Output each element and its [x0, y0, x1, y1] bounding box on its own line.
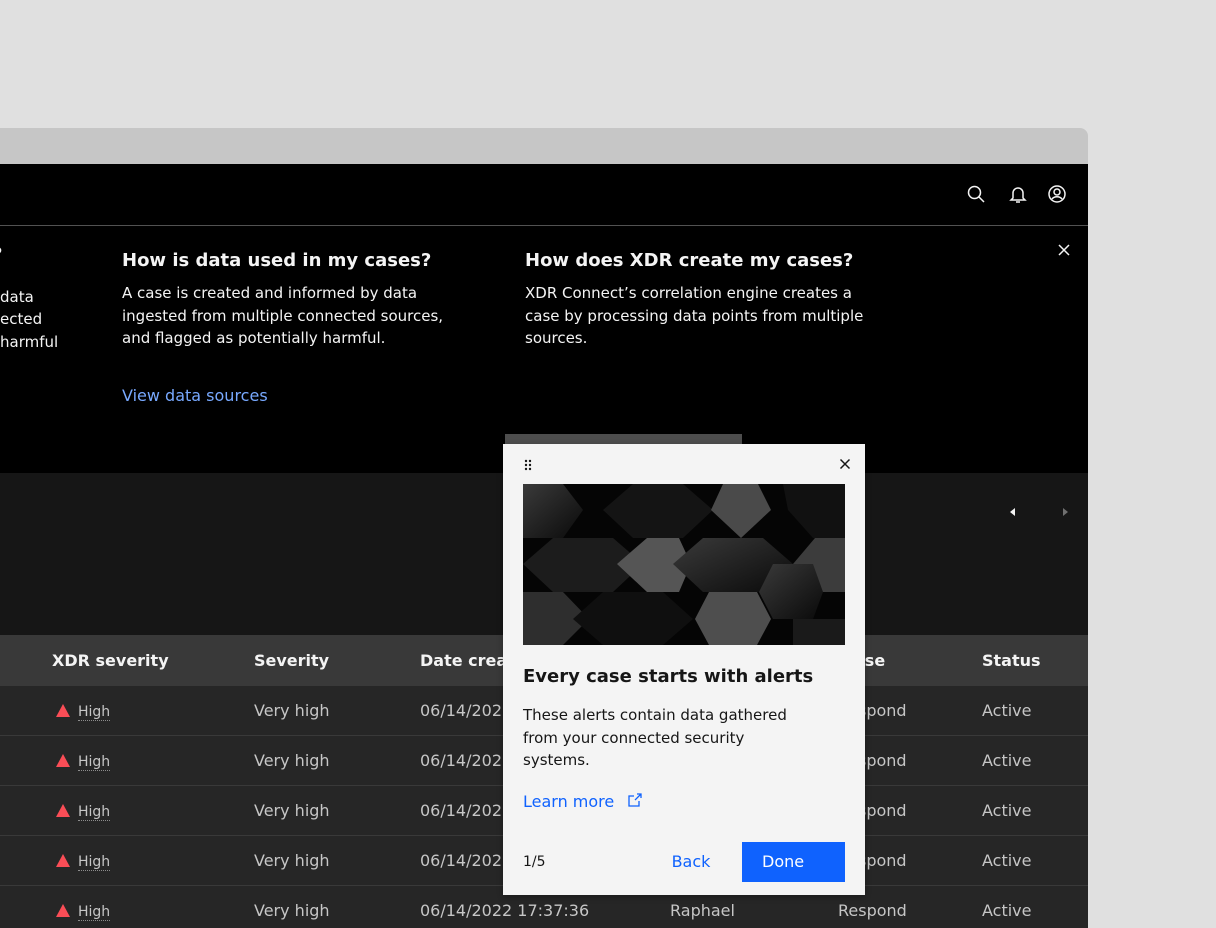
notification-icon[interactable] [1008, 184, 1028, 204]
partial-card-title: ? [0, 244, 2, 267]
warning-triangle-icon [56, 754, 70, 767]
xdr-severity-cell: High [56, 686, 111, 737]
column-header-xdr-severity[interactable]: XDR severity [52, 635, 169, 686]
severity-cell: Very high [254, 701, 330, 720]
card-body-line: ingested from multiple connected sources… [122, 306, 444, 325]
severity-label: High [78, 904, 111, 921]
severity-label: High [78, 854, 111, 871]
column-header-severity[interactable]: Severity [254, 635, 329, 686]
date-cell: 06/14/202 [420, 851, 503, 870]
popover-body-line: from your connected security [523, 728, 745, 747]
severity-label: High [78, 804, 111, 821]
card-body: XDR Connect’s correlation engine creates… [525, 282, 905, 350]
warning-triangle-icon [56, 904, 70, 917]
done-button[interactable]: Done [742, 842, 845, 882]
warning-triangle-icon [56, 854, 70, 867]
phase-cell: spond [858, 751, 907, 770]
status-cell: Active [982, 701, 1032, 720]
hexagon-illustration [523, 484, 845, 645]
user-avatar-icon[interactable] [1047, 184, 1067, 204]
status-cell: Active [982, 851, 1032, 870]
xdr-severity-cell: High [56, 786, 111, 837]
back-button[interactable]: Back [643, 842, 739, 882]
phase-cell: spond [858, 801, 907, 820]
severity-label: High [78, 704, 111, 721]
learn-more-label: Learn more [523, 792, 615, 811]
date-cell: 06/14/202 [420, 701, 503, 720]
status-cell: Active [982, 901, 1032, 920]
xdr-severity-cell: High [56, 736, 111, 787]
xdr-severity-cell: High [56, 886, 111, 928]
date-cell: 06/14/202 [420, 801, 503, 820]
column-header-status[interactable]: Status [982, 635, 1041, 686]
column-header-date-created[interactable]: Date creat [420, 635, 515, 686]
guided-tour-popover: Every case starts with alerts These aler… [503, 444, 865, 895]
date-cell: 06/14/202 [420, 751, 503, 770]
card-body-line: case by processing data points from mult… [525, 306, 864, 325]
card-body-line: XDR Connect’s correlation engine creates… [525, 284, 852, 302]
card-body-line: sources. [525, 329, 588, 347]
xdr-severity-cell: High [56, 836, 111, 887]
phase-cell: spond [858, 701, 907, 720]
search-icon[interactable] [966, 184, 986, 204]
status-cell: Active [982, 801, 1032, 820]
card-body-line: and flagged as potentially harmful. [122, 329, 386, 347]
step-counter: 1/5 [523, 854, 546, 870]
caret-right-icon[interactable] [1060, 506, 1070, 518]
getting-started-banner: ? data ected harmful How is data used in… [0, 226, 1088, 516]
view-data-sources-link[interactable]: View data sources [122, 386, 268, 405]
card-body-line: A case is created and informed by data [122, 284, 418, 302]
warning-triangle-icon [56, 704, 70, 717]
card-body: A case is created and informed by data i… [122, 282, 502, 350]
caret-left-icon[interactable] [1008, 506, 1018, 518]
phase-cell: spond [858, 851, 907, 870]
top-header [0, 164, 1088, 226]
card-title: How is data used in my cases? [122, 250, 432, 271]
info-card-data-usage: How is data used in my cases? A case is … [122, 248, 502, 405]
launch-icon [628, 793, 642, 807]
status-cell: Active [982, 751, 1032, 770]
close-icon[interactable] [1056, 242, 1072, 258]
card-title: How does XDR create my cases? [525, 250, 854, 271]
drag-handle-icon[interactable] [523, 458, 533, 472]
partial-card-line: harmful [0, 333, 59, 351]
info-card-case-creation: How does XDR create my cases? XDR Connec… [525, 248, 905, 350]
severity-cell: Very high [254, 751, 330, 770]
learn-more-link[interactable]: Learn more [523, 792, 643, 811]
severity-cell: Very high [254, 801, 330, 820]
popover-title: Every case starts with alerts [523, 666, 814, 687]
warning-triangle-icon [56, 804, 70, 817]
severity-cell: Very high [254, 851, 330, 870]
partial-card-line: ected [0, 310, 43, 328]
popover-body-line: systems. [523, 751, 590, 769]
popover-body-line: These alerts contain data gathered [523, 706, 787, 724]
severity-cell: Very high [254, 901, 330, 920]
partial-card-line: data [0, 288, 34, 306]
close-icon[interactable] [837, 456, 853, 472]
severity-label: High [78, 754, 111, 771]
popover-body: These alerts contain data gathered from … [523, 704, 823, 772]
